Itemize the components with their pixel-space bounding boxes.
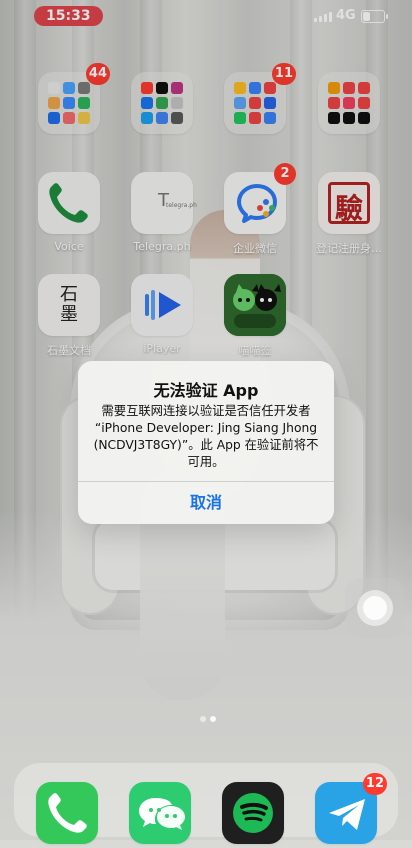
alert-message-line: “iPhone Developer: Jing Siang Jhong bbox=[94, 421, 318, 435]
telegram-app-icon: 12 bbox=[315, 773, 387, 844]
cancel-button[interactable]: 取消 bbox=[78, 482, 334, 524]
page-dot-active bbox=[210, 716, 216, 722]
dock-app-spotify[interactable] bbox=[220, 782, 286, 844]
page-indicator[interactable] bbox=[192, 716, 232, 726]
spotify-app-icon bbox=[222, 782, 284, 844]
phone-app-icon bbox=[36, 782, 98, 844]
dock-app-wechat[interactable] bbox=[127, 782, 193, 844]
dock-app-telegram[interactable]: 12 bbox=[313, 773, 387, 844]
alert-dialog: 无法验证 App 需要互联网连接以验证是否信任开发者 “iPhone Devel… bbox=[78, 361, 334, 524]
spotify-icon bbox=[233, 793, 273, 833]
alert-message: 需要互联网连接以验证是否信任开发者 “iPhone Developer: Jin… bbox=[92, 403, 320, 471]
wechat-app-icon bbox=[129, 782, 191, 844]
alert-message-line: 需要互联网连接以验证是否信任开发者 bbox=[101, 404, 311, 418]
phone-icon bbox=[48, 793, 87, 833]
alert-title: 无法验证 App bbox=[153, 381, 259, 400]
alert-message-line: (NCDVJ3T8GY)”。此 App 在验证前将不 bbox=[93, 438, 319, 452]
dock-app-phone[interactable] bbox=[34, 782, 100, 844]
wechat-icon bbox=[139, 798, 185, 830]
alert-message-line: 可用。 bbox=[187, 455, 225, 469]
notification-badge: 12 bbox=[362, 773, 387, 795]
assistive-touch-button[interactable] bbox=[345, 578, 405, 638]
page-dot bbox=[200, 716, 206, 722]
